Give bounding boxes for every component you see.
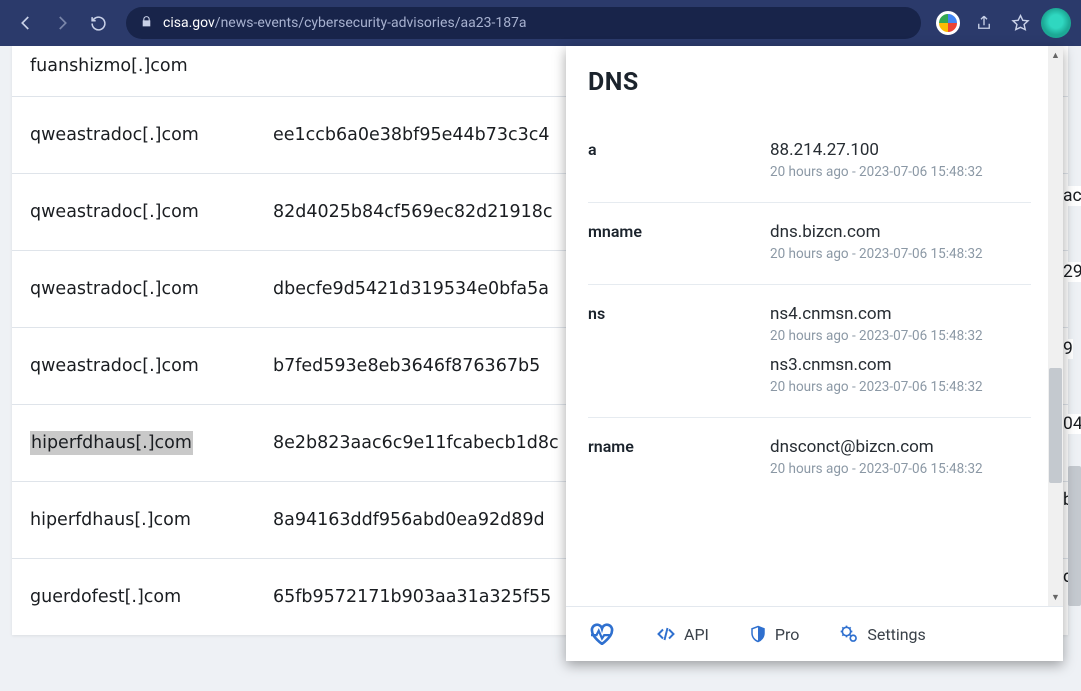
browser-toolbar: cisa.gov/news-events/cybersecurity-advis… [0, 0, 1081, 46]
dns-value: dns.bizcn.com [770, 221, 1031, 244]
forward-button[interactable] [46, 7, 78, 39]
dns-record-values: ns4.cnmsn.com 20 hours ago - 2023-07-06 1… [770, 303, 1031, 405]
toolbar-right [933, 8, 1071, 38]
dns-record-values: 88.214.27.100 20 hours ago - 2023-07-06 1… [770, 139, 1031, 190]
dns-record-key: ns [588, 303, 764, 405]
google-icon[interactable] [933, 8, 963, 38]
pro-label: Pro [775, 625, 799, 644]
popup-title: DNS [588, 68, 1031, 97]
popup-scrollbar[interactable]: ▲ ▼ [1048, 46, 1063, 606]
scroll-up-icon[interactable]: ▲ [1048, 46, 1063, 64]
domain-cell: guerdofest[.]com [12, 559, 255, 636]
dns-record-values: dns.bizcn.com 20 hours ago - 2023-07-06 1… [770, 221, 1031, 272]
api-label: API [684, 625, 709, 644]
dns-value: ns3.cnmsn.com [770, 354, 1031, 377]
popup-footer: API Pro Settings [566, 606, 1063, 661]
dns-timestamp: 20 hours ago - 2023-07-06 15:48:32 [770, 246, 1031, 262]
bookmark-star-icon[interactable] [1005, 8, 1035, 38]
reload-button[interactable] [82, 7, 114, 39]
dns-record: a 88.214.27.100 20 hours ago - 2023-07-06 … [588, 121, 1031, 202]
overflow-text: 9 [1063, 339, 1073, 359]
health-button[interactable] [588, 623, 616, 645]
pro-button[interactable]: Pro [749, 624, 799, 644]
profile-avatar[interactable] [1041, 8, 1071, 38]
lock-icon [140, 15, 153, 32]
dns-record-key: a [588, 139, 764, 190]
dns-record-key: mname [588, 221, 764, 272]
overflow-text: 04 [1063, 414, 1081, 434]
heartbeat-icon [588, 623, 616, 645]
domain-cell: hiperfdhaus[.]com [12, 405, 255, 482]
dns-timestamp: 20 hours ago - 2023-07-06 15:48:32 [770, 164, 1031, 180]
settings-label: Settings [867, 625, 925, 644]
dns-extension-popup: DNS a 88.214.27.100 20 hours ago - 2023-07… [566, 46, 1063, 661]
dns-value: dnsconct@bizcn.com [770, 436, 1031, 459]
back-button[interactable] [10, 7, 42, 39]
dns-record-values: dnsconct@bizcn.com 20 hours ago - 2023-07… [770, 436, 1031, 487]
scroll-down-icon[interactable]: ▼ [1048, 588, 1063, 606]
overflow-text: ac [1063, 186, 1081, 206]
dns-value: ns4.cnmsn.com [770, 303, 1031, 326]
dns-record: ns ns4.cnmsn.com 20 hours ago - 2023-07-06… [588, 284, 1031, 417]
dns-timestamp: 20 hours ago - 2023-07-06 15:48:32 [770, 328, 1031, 344]
domain-cell: qweastradoc[.]com [12, 251, 255, 328]
address-bar[interactable]: cisa.gov/news-events/cybersecurity-advis… [126, 7, 921, 39]
domain-cell: fuanshizmo[.]com [12, 46, 255, 97]
api-button[interactable]: API [656, 625, 709, 644]
overflow-text: 29 [1063, 262, 1081, 282]
highlighted-domain: hiperfdhaus[.]com [30, 431, 193, 455]
settings-button[interactable]: Settings [839, 624, 925, 644]
domain-cell: hiperfdhaus[.]com [12, 482, 255, 559]
page-scrollbar-thumb[interactable] [1068, 466, 1081, 606]
code-icon [656, 625, 676, 643]
domain-cell: qweastradoc[.]com [12, 328, 255, 405]
share-icon[interactable] [969, 8, 999, 38]
shield-icon [749, 624, 767, 644]
dns-record: mname dns.bizcn.com 20 hours ago - 2023-07… [588, 202, 1031, 284]
domain-cell: qweastradoc[.]com [12, 97, 255, 174]
url-text: cisa.gov/news-events/cybersecurity-advis… [163, 15, 527, 31]
dns-timestamp: 20 hours ago - 2023-07-06 15:48:32 [770, 461, 1031, 477]
domain-cell: qweastradoc[.]com [12, 174, 255, 251]
gear-icon [839, 624, 859, 644]
dns-record: rname dnsconct@bizcn.com 20 hours ago - 20… [588, 417, 1031, 499]
popup-scrollbar-thumb[interactable] [1049, 368, 1062, 483]
dns-timestamp: 20 hours ago - 2023-07-06 15:48:32 [770, 379, 1031, 395]
dns-value: 88.214.27.100 [770, 139, 1031, 162]
dns-record-key: rname [588, 436, 764, 487]
